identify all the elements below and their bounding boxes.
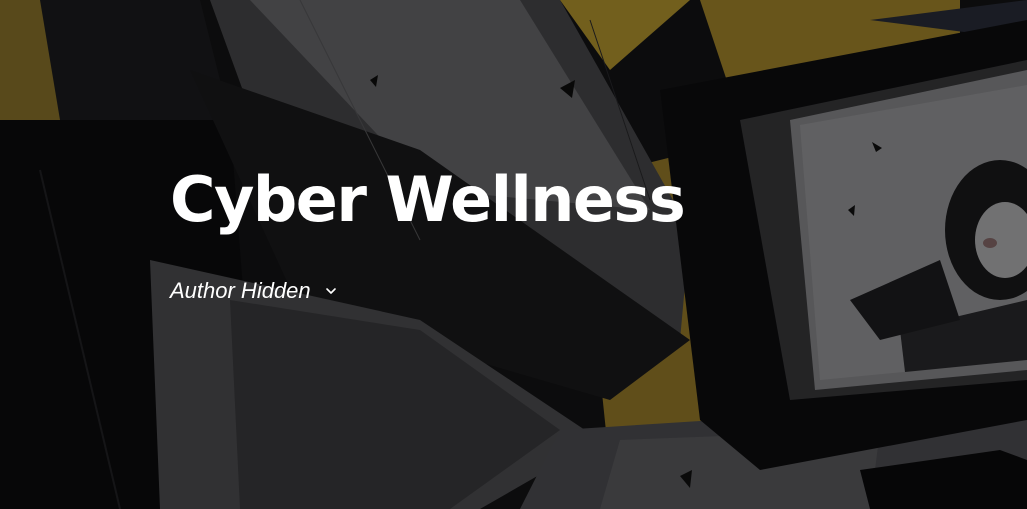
author-dropdown[interactable]: Author Hidden [170,278,337,304]
post-title: Cyber Wellness [170,163,686,236]
post-header: Cyber Wellness Author Hidden [170,158,686,304]
chevron-down-icon[interactable] [325,285,337,297]
post-hero: Cyber Wellness Author Hidden [0,0,1027,509]
author-name: Author Hidden [170,278,311,303]
